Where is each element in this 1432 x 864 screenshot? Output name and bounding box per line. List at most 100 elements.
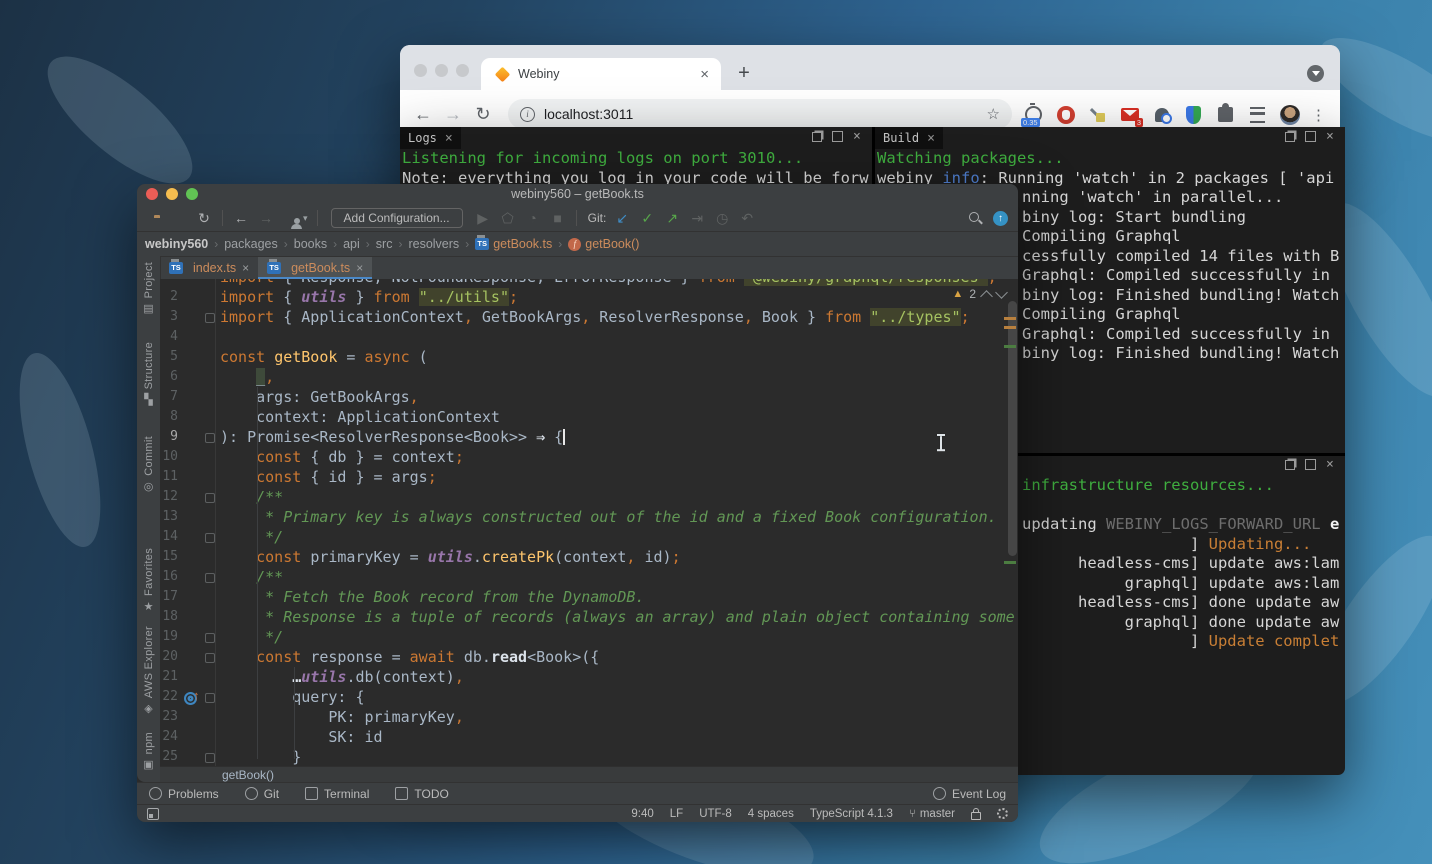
new-tab-button[interactable]: + <box>730 58 758 88</box>
sidebar-item-commit[interactable]: Commit◎ <box>137 436 160 492</box>
reload-button[interactable]: ↻ <box>468 104 498 125</box>
breadcrumb-item[interactable]: src <box>376 237 393 251</box>
navigate-forward-button[interactable]: → <box>257 210 275 226</box>
sync-button[interactable]: ↻ <box>195 210 213 227</box>
ide-update-icon[interactable]: ↑ <box>993 211 1008 226</box>
settings-gear-icon[interactable] <box>997 808 1008 819</box>
editor-tab-getBook-ts[interactable]: TSgetBook.ts× <box>258 257 372 279</box>
close-icon[interactable]: × <box>927 131 935 146</box>
back-button[interactable]: ← <box>408 104 438 125</box>
restore-icon[interactable] <box>1285 132 1295 142</box>
git-branch-widget[interactable]: ⑂master <box>909 808 955 820</box>
site-info-icon[interactable]: i <box>520 107 535 122</box>
maximize-icon[interactable] <box>1305 131 1316 142</box>
sticky-context-bar[interactable]: getBook() <box>160 766 1018 782</box>
tab-close-icon[interactable]: × <box>698 67 711 82</box>
shield-extension-icon[interactable] <box>1183 104 1204 125</box>
mail-extension-icon[interactable]: 3 <box>1119 104 1140 125</box>
tab-close-icon[interactable]: × <box>242 261 249 275</box>
breadcrumb-item[interactable]: webiny560 <box>145 237 208 251</box>
browser-tab-webiny[interactable]: Webiny × <box>481 58 721 90</box>
fold-marker[interactable] <box>205 533 215 543</box>
maximize-icon[interactable] <box>1305 459 1316 470</box>
close-icon[interactable]: × <box>1326 460 1334 470</box>
sidebar-item-aws-explorer[interactable]: AWS Explorer◈ <box>137 626 160 714</box>
close-icon[interactable]: × <box>1326 132 1334 142</box>
extensions-puzzle-button[interactable] <box>1215 104 1236 125</box>
ok-stripe[interactable] <box>1004 345 1016 348</box>
warning-stripe[interactable] <box>1004 317 1016 320</box>
fold-marker[interactable] <box>205 493 215 503</box>
scrollbar-thumb[interactable] <box>1008 301 1017 556</box>
editor-tab-index-ts[interactable]: TSindex.ts× <box>160 257 258 279</box>
add-configuration-button[interactable]: Add Configuration... <box>331 208 463 228</box>
address-bar[interactable]: i localhost:3011 ☆ <box>508 99 1012 129</box>
fold-marker[interactable] <box>205 433 215 443</box>
profile-avatar[interactable] <box>1279 104 1300 125</box>
close-window-button[interactable] <box>414 64 427 77</box>
sidebar-item-npm[interactable]: npm▣ <box>137 732 160 770</box>
colorpicker-extension-icon[interactable] <box>1087 104 1108 125</box>
fold-marker[interactable] <box>205 573 215 583</box>
git-update-button[interactable]: ↙ <box>613 210 631 227</box>
fold-marker[interactable] <box>205 313 215 323</box>
maximize-icon[interactable] <box>832 131 843 142</box>
toolwindow-button-terminal[interactable]: Terminal <box>305 787 369 801</box>
toolwindow-button-todo[interactable]: TODO <box>395 787 448 801</box>
build-tab[interactable]: Build × <box>875 127 943 149</box>
ide-title-bar[interactable]: webiny560 – getBook.ts <box>137 184 1018 206</box>
breadcrumb-item[interactable]: resolvers <box>408 237 459 251</box>
logs-pane-window-controls[interactable]: × <box>812 131 861 142</box>
browser-window-controls[interactable] <box>414 64 469 77</box>
playlist-extension-icon[interactable] <box>1247 104 1268 125</box>
tab-search-button[interactable] <box>1307 65 1324 82</box>
sidebar-item-project[interactable]: Project▤ <box>137 262 160 314</box>
fold-marker[interactable] <box>205 633 215 643</box>
breadcrumb-item[interactable]: books <box>294 237 327 251</box>
warning-stripe[interactable] <box>1004 326 1016 329</box>
bookmark-star-icon[interactable]: ☆ <box>987 105 1000 123</box>
breadcrumb-item[interactable]: getBook() <box>585 237 639 251</box>
next-issue-button[interactable] <box>995 286 1008 299</box>
browser-menu-button[interactable]: ⋮ <box>1311 106 1326 124</box>
toolwindow-button-git[interactable]: Git <box>245 787 279 801</box>
forward-button[interactable]: → <box>438 104 468 125</box>
breadcrumb-item[interactable]: getBook.ts <box>493 237 552 251</box>
zoom-window-button[interactable] <box>456 64 469 77</box>
timer-extension-icon[interactable]: 0.35 <box>1023 104 1044 125</box>
debug-button[interactable]: ⬠ <box>499 210 517 227</box>
profile-button[interactable]: ◔ <box>524 210 542 226</box>
hide-tool-windows-button[interactable] <box>147 808 159 820</box>
breadcrumb-item[interactable]: packages <box>224 237 278 251</box>
restore-icon[interactable] <box>812 132 822 142</box>
history-button[interactable]: ◷ <box>713 210 731 227</box>
git-push-button[interactable]: ↗ <box>663 210 681 227</box>
close-icon[interactable]: × <box>853 132 861 142</box>
adblock-extension-icon[interactable] <box>1055 104 1076 125</box>
run-button[interactable]: ▶ <box>474 210 492 227</box>
minimize-window-button[interactable] <box>435 64 448 77</box>
search-everywhere-icon[interactable] <box>969 212 981 224</box>
git-commit-button[interactable]: ✓ <box>638 210 656 227</box>
url-text[interactable]: localhost:3011 <box>544 106 987 122</box>
typescript-version[interactable]: TypeScript 4.1.3 <box>810 808 893 820</box>
line-ending[interactable]: LF <box>670 808 683 820</box>
build-pane-window-controls[interactable]: × <box>1285 131 1334 142</box>
indent[interactable]: 4 spaces <box>748 808 794 820</box>
code-editor[interactable]: import { Response, NotFoundResponse, Err… <box>160 279 1018 766</box>
breadcrumb-item[interactable]: api <box>343 237 360 251</box>
stop-button[interactable]: ■ <box>549 210 567 226</box>
toolwindow-button-problems[interactable]: Problems <box>149 787 219 801</box>
file-encoding[interactable]: UTF-8 <box>699 808 732 820</box>
rollback-button[interactable]: ↶ <box>738 210 756 227</box>
fold-marker[interactable] <box>205 753 215 763</box>
fold-marker[interactable] <box>205 693 215 703</box>
sidebar-item-favorites[interactable]: Favorites★ <box>137 548 160 612</box>
git-merge-button[interactable]: ⇥ <box>688 210 706 227</box>
tab-close-icon[interactable]: × <box>356 261 363 275</box>
ok-stripe[interactable] <box>1004 561 1016 564</box>
navigate-back-button[interactable]: ← <box>232 210 250 226</box>
logs-tab[interactable]: Logs × <box>400 127 461 149</box>
event-log-button[interactable]: Event Log <box>933 787 1006 801</box>
caret-position[interactable]: 9:40 <box>631 808 653 820</box>
